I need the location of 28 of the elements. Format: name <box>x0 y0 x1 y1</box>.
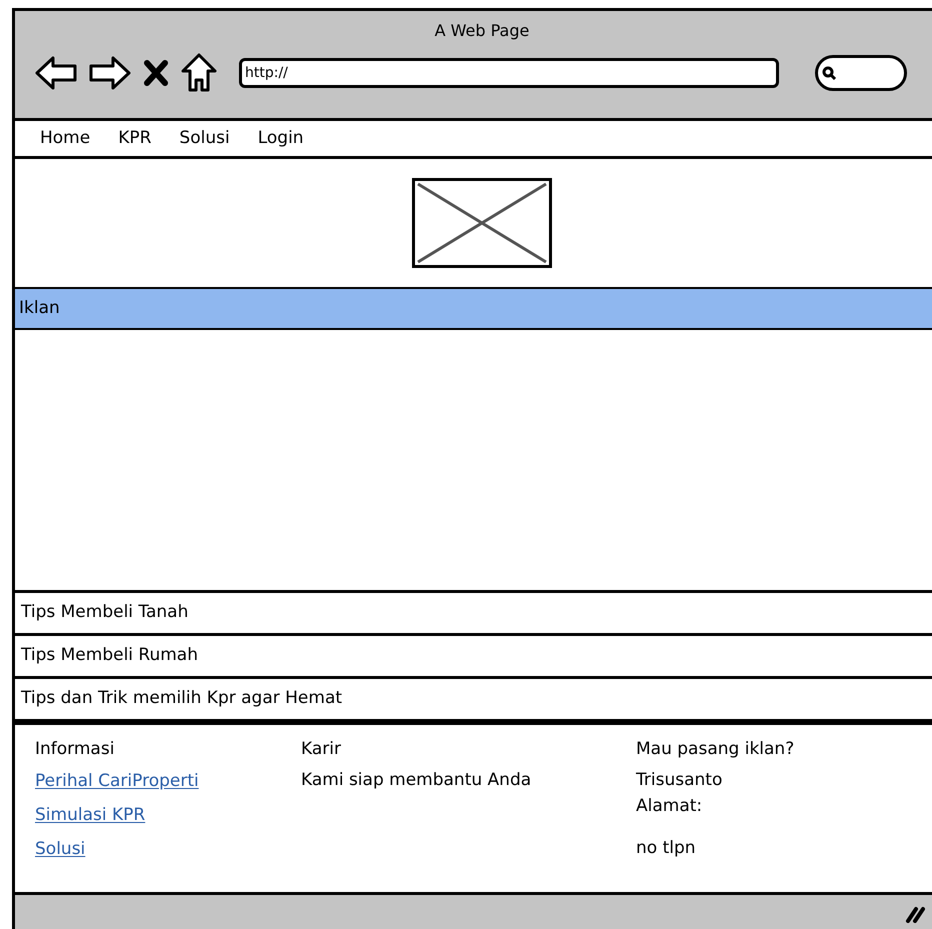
footer-heading: Karir <box>301 738 341 761</box>
search-icon <box>822 66 836 80</box>
footer-text: Alamat: <box>636 795 702 817</box>
footer-text: Trisusanto <box>636 769 722 791</box>
address-field[interactable]: http:// <box>239 58 779 88</box>
home-icon[interactable] <box>181 53 217 93</box>
footer-text: no tlpn <box>636 837 696 859</box>
nav-link[interactable]: Solusi <box>179 126 230 152</box>
nav-link[interactable]: Login <box>258 126 304 152</box>
tip-row[interactable]: Tips dan Trik memilih Kpr agar Hemat <box>15 676 932 719</box>
footer-link[interactable]: Simulasi KPR <box>35 803 146 827</box>
nav-link[interactable]: KPR <box>118 126 152 152</box>
footer-heading: Mau pasang iklan? <box>636 738 794 761</box>
footer-heading: Informasi <box>35 738 114 761</box>
tip-row[interactable]: Tips Membeli Rumah <box>15 633 932 676</box>
footer-link[interactable]: Perihal CariProperti <box>35 769 199 793</box>
tip-row[interactable]: Tips Membeli Tanah <box>15 590 932 633</box>
close-icon[interactable] <box>143 59 169 87</box>
window-title: A Web Page <box>434 20 530 42</box>
resize-grip-icon[interactable] <box>905 905 925 923</box>
section-header: Iklan <box>15 287 932 330</box>
footer-text: Kami siap membantu Anda <box>301 769 532 791</box>
search-field[interactable] <box>815 55 907 91</box>
nav-link[interactable]: Home <box>40 126 90 152</box>
image-placeholder-icon <box>412 178 552 268</box>
back-icon[interactable] <box>35 55 77 91</box>
forward-icon[interactable] <box>89 55 131 91</box>
footer-link[interactable]: Solusi <box>35 837 86 861</box>
